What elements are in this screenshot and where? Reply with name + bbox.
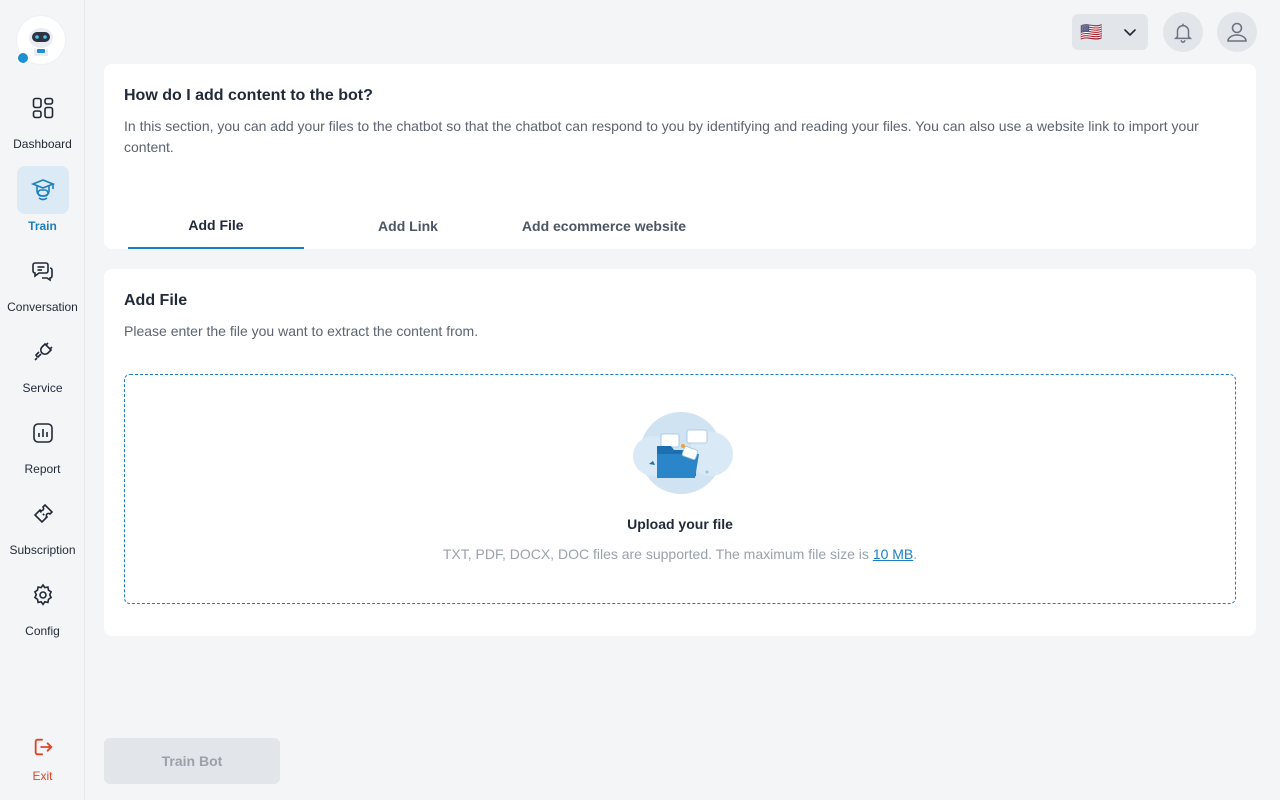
upload-note-end: .: [913, 546, 918, 562]
sidebar-item-label: Report: [24, 462, 61, 476]
plug-icon: [17, 328, 69, 376]
add-file-description: Please enter the file you want to extrac…: [124, 323, 479, 339]
sidebar-item-report[interactable]: Report: [0, 409, 85, 476]
sidebar-item-service[interactable]: Service: [0, 328, 85, 395]
add-file-card: Add File Please enter the file you want …: [104, 269, 1256, 636]
ticket-icon: [17, 490, 69, 538]
sidebar: Dashboard Train Conversation Service Rep…: [0, 0, 85, 800]
train-bot-button[interactable]: Train Bot: [104, 738, 280, 784]
verified-check-icon: [17, 52, 29, 64]
intro-card: How do I add content to the bot? In this…: [104, 64, 1256, 249]
sidebar-item-label: Config: [25, 624, 60, 638]
user-profile-button[interactable]: [1217, 12, 1257, 52]
file-dropzone[interactable]: Upload your file TXT, PDF, DOCX, DOC fil…: [124, 374, 1236, 604]
sidebar-item-label: Exit: [32, 769, 53, 783]
tab-add-link[interactable]: Add Link: [344, 202, 472, 249]
max-file-size-link[interactable]: 10 MB: [873, 546, 913, 562]
sidebar-item-subscription[interactable]: Subscription: [0, 490, 85, 557]
sidebar-item-conversation[interactable]: Conversation: [0, 247, 85, 314]
content-tabs: Add File Add Link Add ecommerce website: [128, 202, 728, 249]
sidebar-item-dashboard[interactable]: Dashboard: [0, 84, 85, 151]
add-file-title: Add File: [124, 292, 188, 309]
bell-icon: [1173, 23, 1193, 43]
sidebar-item-config[interactable]: Config: [0, 571, 85, 638]
language-select[interactable]: 🇺🇸: [1072, 14, 1148, 50]
sidebar-item-label: Service: [22, 381, 63, 395]
us-flag-icon: 🇺🇸: [1080, 21, 1103, 42]
sidebar-item-label: Dashboard: [13, 137, 72, 151]
sidebar-item-label: Conversation: [7, 300, 78, 314]
upload-title: Upload your file: [627, 516, 733, 532]
gear-icon: [17, 571, 69, 619]
dashboard-grid-icon: [17, 84, 69, 132]
bar-chart-icon: [17, 409, 69, 457]
folder-upload-illustration-icon: [633, 412, 733, 494]
user-icon: [1227, 22, 1247, 42]
sidebar-item-label: Subscription: [9, 543, 76, 557]
upload-note: TXT, PDF, DOCX, DOC files are supported.…: [125, 546, 1235, 562]
train-bot-icon: [16, 166, 69, 214]
intro-title: How do I add content to the bot?: [124, 87, 373, 104]
sidebar-item-train[interactable]: Train: [0, 166, 85, 233]
intro-description: In this section, you can add your files …: [124, 118, 1199, 155]
upload-note-text: TXT, PDF, DOCX, DOC files are supported.…: [442, 546, 873, 562]
sidebar-item-exit[interactable]: Exit: [0, 730, 85, 783]
chevron-down-icon: [1124, 29, 1136, 37]
logout-icon: [17, 730, 69, 764]
tab-add-file[interactable]: Add File: [128, 202, 304, 249]
tab-add-ecommerce-website[interactable]: Add ecommerce website: [508, 202, 700, 249]
chat-bubbles-icon: [17, 247, 69, 295]
sidebar-item-label: Train: [28, 219, 57, 233]
notifications-button[interactable]: [1163, 12, 1203, 52]
